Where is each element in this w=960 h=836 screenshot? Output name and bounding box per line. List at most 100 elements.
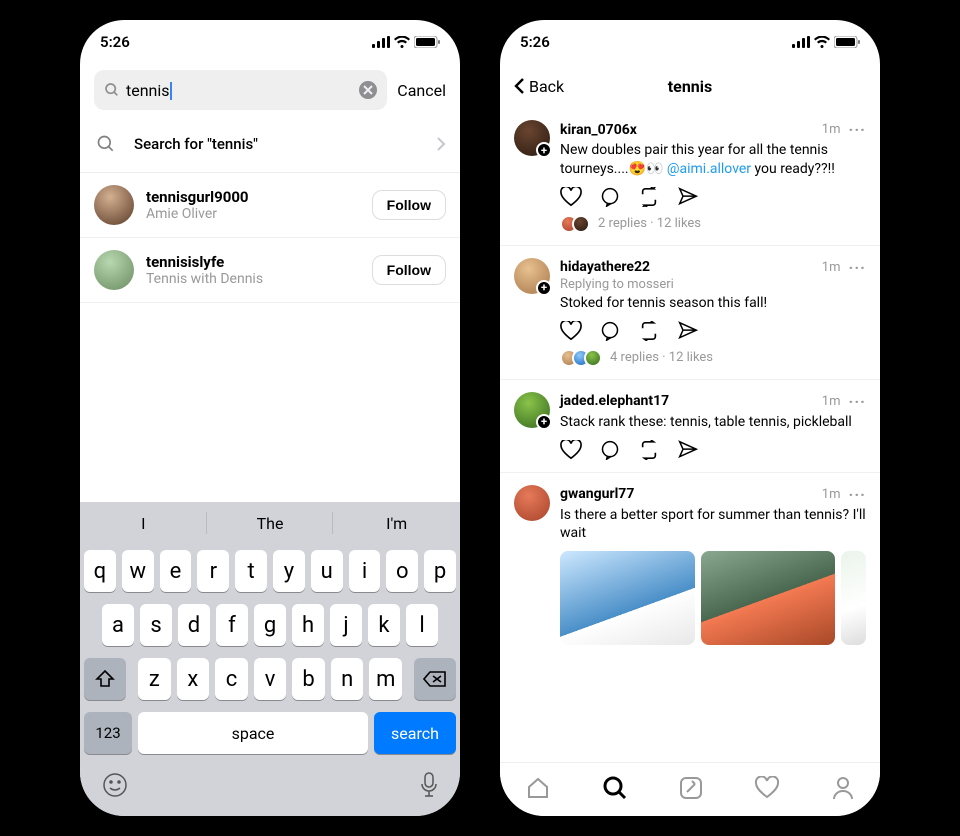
suggestion[interactable]: I'm xyxy=(333,502,460,544)
key-e[interactable]: e xyxy=(160,550,192,592)
share-icon[interactable] xyxy=(678,440,698,460)
more-button[interactable]: ··· xyxy=(849,392,866,411)
feed[interactable]: + kiran_0706x 1m ··· New doubles pair th… xyxy=(500,108,880,762)
cellular-icon xyxy=(372,36,390,48)
post-actions xyxy=(560,321,866,341)
more-button[interactable]: ··· xyxy=(849,485,866,504)
add-badge-icon: + xyxy=(536,142,552,158)
key-y[interactable]: y xyxy=(273,550,305,592)
repost-icon[interactable] xyxy=(638,187,660,207)
key-f[interactable]: f xyxy=(216,604,248,646)
post-image[interactable] xyxy=(701,551,836,645)
share-icon[interactable] xyxy=(678,321,698,341)
tab-compose[interactable] xyxy=(678,775,704,805)
avatar[interactable]: + xyxy=(514,120,550,156)
post-text: Stoked for tennis season this fall! xyxy=(560,294,866,313)
battery-icon xyxy=(414,36,440,48)
share-icon[interactable] xyxy=(678,187,698,207)
avatar xyxy=(94,185,134,225)
status-time: 5:26 xyxy=(520,33,550,51)
tab-home[interactable] xyxy=(525,775,551,805)
post-username[interactable]: hidayathere22 xyxy=(560,259,650,275)
clear-search-button[interactable] xyxy=(359,81,377,99)
like-icon[interactable] xyxy=(560,321,582,341)
avatar[interactable]: + xyxy=(514,392,550,428)
key-n[interactable]: n xyxy=(331,658,364,700)
post[interactable]: + hidayathere22 1m ··· Replying to mosse… xyxy=(500,246,880,380)
post-username[interactable]: jaded.elephant17 xyxy=(560,393,669,409)
search-for-row[interactable]: Search for "tennis" xyxy=(80,116,460,173)
replying-to[interactable]: Replying to mosseri xyxy=(560,277,866,292)
avatar[interactable]: + xyxy=(514,258,550,294)
key-b[interactable]: b xyxy=(292,658,325,700)
user-result-row[interactable]: tennisgurl9000 Amie Oliver Follow xyxy=(80,173,460,238)
backspace-key[interactable] xyxy=(414,658,456,700)
suggestion[interactable]: The xyxy=(207,502,334,544)
cancel-button[interactable]: Cancel xyxy=(397,81,446,100)
key-x[interactable]: x xyxy=(177,658,210,700)
more-button[interactable]: ··· xyxy=(849,120,866,139)
comment-icon[interactable] xyxy=(600,440,620,460)
comment-icon[interactable] xyxy=(600,187,620,207)
key-v[interactable]: v xyxy=(254,658,287,700)
post-time: 1m xyxy=(822,122,841,137)
tab-search[interactable] xyxy=(602,775,628,805)
add-badge-icon: + xyxy=(536,414,552,430)
post-image[interactable] xyxy=(841,551,865,645)
emoji-key[interactable] xyxy=(102,772,128,798)
post-username[interactable]: kiran_0706x xyxy=(560,122,637,138)
key-p[interactable]: p xyxy=(424,550,456,592)
chevron-right-icon xyxy=(436,136,446,152)
space-key[interactable]: space xyxy=(138,712,368,754)
key-k[interactable]: k xyxy=(368,604,400,646)
numeric-key[interactable]: 123 xyxy=(84,712,132,754)
key-r[interactable]: r xyxy=(197,550,229,592)
mic-key[interactable] xyxy=(420,772,438,798)
avatar[interactable] xyxy=(514,485,550,521)
search-key[interactable]: search xyxy=(374,712,456,754)
keyboard[interactable]: I The I'm qwertyuiop asdfghjkl zxcvbnm 1… xyxy=(80,502,460,816)
key-o[interactable]: o xyxy=(386,550,418,592)
key-d[interactable]: d xyxy=(178,604,210,646)
key-c[interactable]: c xyxy=(215,658,248,700)
heart-icon xyxy=(754,776,780,800)
follow-button[interactable]: Follow xyxy=(372,190,446,220)
key-l[interactable]: l xyxy=(406,604,438,646)
tab-activity[interactable] xyxy=(754,776,780,804)
key-i[interactable]: i xyxy=(349,550,381,592)
like-icon[interactable] xyxy=(560,440,582,460)
key-m[interactable]: m xyxy=(369,658,402,700)
post-gallery[interactable] xyxy=(560,551,866,645)
post[interactable]: + jaded.elephant17 1m ··· Stack rank the… xyxy=(500,380,880,473)
key-u[interactable]: u xyxy=(311,550,343,592)
user-result-row[interactable]: tennisislyfe Tennis with Dennis Follow xyxy=(80,238,460,303)
suggestion[interactable]: I xyxy=(80,502,207,544)
back-button[interactable]: Back xyxy=(514,77,564,96)
key-a[interactable]: a xyxy=(102,604,134,646)
comment-icon[interactable] xyxy=(600,321,620,341)
post[interactable]: gwangurl77 1m ··· Is there a better spor… xyxy=(500,473,880,658)
post-username[interactable]: gwangurl77 xyxy=(560,486,634,502)
key-s[interactable]: s xyxy=(140,604,172,646)
key-w[interactable]: w xyxy=(122,550,154,592)
tab-profile[interactable] xyxy=(831,775,855,805)
repost-icon[interactable] xyxy=(638,440,660,460)
more-button[interactable]: ··· xyxy=(849,258,866,277)
like-icon[interactable] xyxy=(560,187,582,207)
repost-icon[interactable] xyxy=(638,321,660,341)
key-t[interactable]: t xyxy=(235,550,267,592)
key-h[interactable]: h xyxy=(292,604,324,646)
shift-key[interactable] xyxy=(84,658,126,700)
post-meta[interactable]: 4 replies · 12 likes xyxy=(560,349,866,367)
key-j[interactable]: j xyxy=(330,604,362,646)
search-input[interactable]: tennis xyxy=(94,70,387,110)
key-q[interactable]: q xyxy=(84,550,116,592)
post[interactable]: + kiran_0706x 1m ··· New doubles pair th… xyxy=(500,108,880,246)
post-image[interactable] xyxy=(560,551,695,645)
key-z[interactable]: z xyxy=(138,658,171,700)
home-icon xyxy=(525,775,551,801)
key-g[interactable]: g xyxy=(254,604,286,646)
follow-button[interactable]: Follow xyxy=(372,255,446,285)
mention-link[interactable]: @aimi.allover xyxy=(667,161,751,177)
post-meta[interactable]: 2 replies · 12 likes xyxy=(560,215,866,233)
